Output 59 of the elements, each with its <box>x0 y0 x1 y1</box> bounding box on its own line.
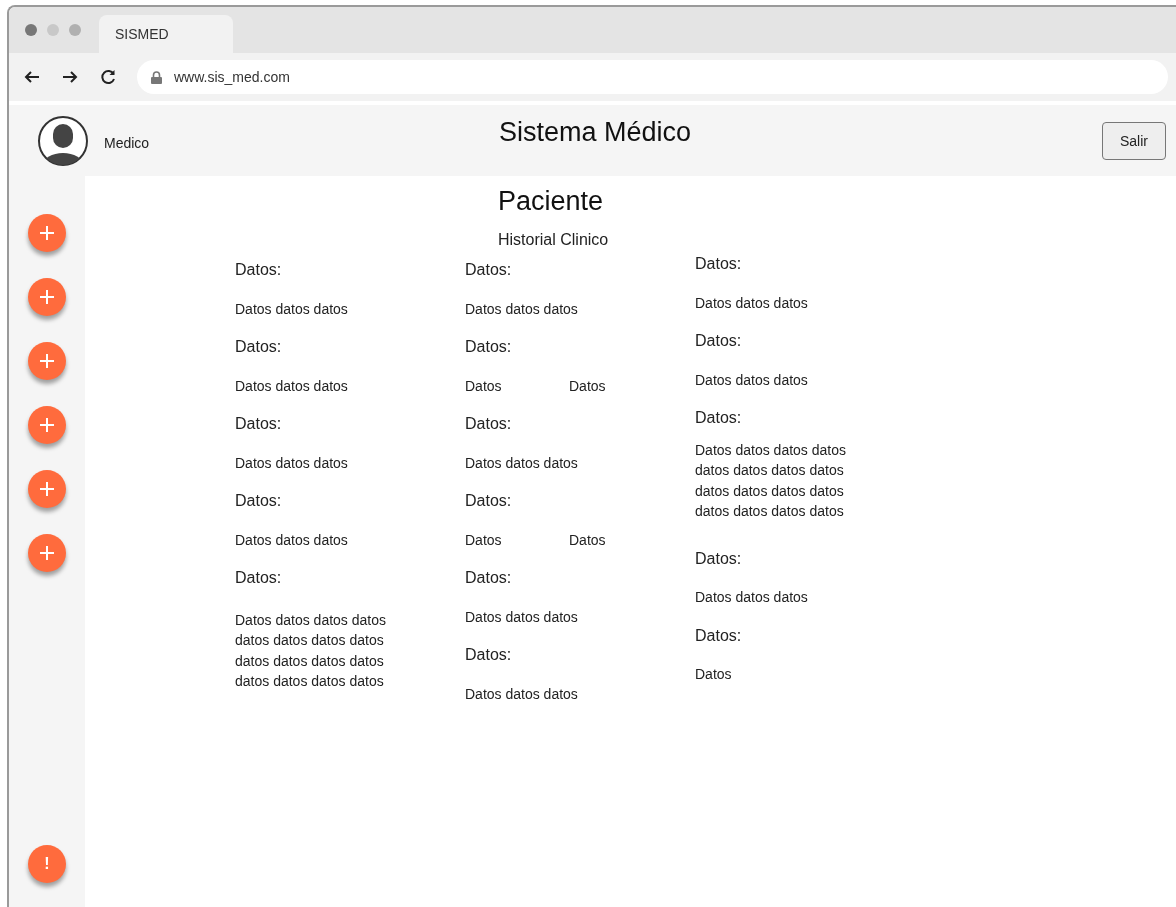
field-value: Datos <box>695 665 733 684</box>
field-label: Datos: <box>235 337 283 357</box>
field-paragraph: Datos datos datos datos datos datos datos datos datos datos datos datos datos datos datos datos <box>235 610 387 691</box>
field-value: Datos datos datos <box>695 370 809 390</box>
field-label: Datos: <box>465 337 513 357</box>
window-dot-icon[interactable] <box>69 24 81 36</box>
field-value: Datos datos datos <box>235 376 349 396</box>
address-field[interactable]: www.sis_med.com <box>137 60 1168 94</box>
field-value: Datos <box>569 531 607 548</box>
section-subtitle: Historial Clinico <box>498 231 610 249</box>
plus-icon <box>39 289 55 305</box>
field-label: Datos: <box>465 260 513 280</box>
plus-icon <box>39 353 55 369</box>
add-button[interactable] <box>28 214 66 252</box>
field-label: Datos: <box>695 548 743 569</box>
plus-icon <box>39 481 55 497</box>
field-label: Datos: <box>695 331 743 351</box>
field-paragraph: Datos datos datos datos datos datos datos datos datos datos datos datos datos datos datos datos <box>695 440 847 521</box>
add-button[interactable] <box>28 406 66 444</box>
field-label: Datos: <box>465 414 513 434</box>
field-label: Datos: <box>695 625 743 646</box>
field-value: Datos <box>465 377 503 394</box>
field-value: Datos datos datos <box>235 530 349 550</box>
window-dot-icon[interactable] <box>47 24 59 36</box>
add-button[interactable] <box>28 278 66 316</box>
add-button[interactable] <box>28 342 66 380</box>
field-label: Datos: <box>465 568 513 588</box>
add-button[interactable] <box>28 534 66 572</box>
avatar-icon[interactable] <box>37 114 89 167</box>
field-value: Datos datos datos <box>695 588 809 607</box>
field-label: Datos: <box>695 254 743 274</box>
field-label: Datos: <box>235 491 283 511</box>
reload-icon[interactable] <box>99 68 117 86</box>
window-dot-icon[interactable] <box>25 24 37 36</box>
field-value: Datos datos datos <box>465 453 579 473</box>
add-button[interactable] <box>28 470 66 508</box>
field-value: Datos datos datos <box>465 684 579 704</box>
field-label: Datos: <box>465 645 513 665</box>
field-value: Datos datos datos <box>465 607 579 627</box>
plus-icon <box>39 225 55 241</box>
field-label: Datos: <box>695 408 743 428</box>
field-label: Datos: <box>465 491 513 511</box>
lock-icon <box>151 70 162 84</box>
field-value: Datos datos datos <box>235 299 349 319</box>
user-name: Medico <box>104 134 150 151</box>
field-value: Datos <box>465 531 503 548</box>
plus-icon <box>39 545 55 561</box>
app-title: Sistema Médico <box>499 117 692 148</box>
page-heading: Paciente <box>498 186 605 217</box>
field-value: Datos datos datos <box>235 453 349 473</box>
plus-icon <box>39 417 55 433</box>
field-value: Datos datos datos <box>465 299 579 319</box>
field-value: Datos datos datos <box>695 293 809 313</box>
field-label: Datos: <box>235 568 283 588</box>
field-label: Datos: <box>235 260 283 280</box>
logout-button[interactable]: Salir <box>1102 121 1166 160</box>
field-value: Datos <box>569 377 607 394</box>
field-label: Datos: <box>235 414 283 434</box>
browser-tab[interactable]: SISMED <box>99 15 233 53</box>
